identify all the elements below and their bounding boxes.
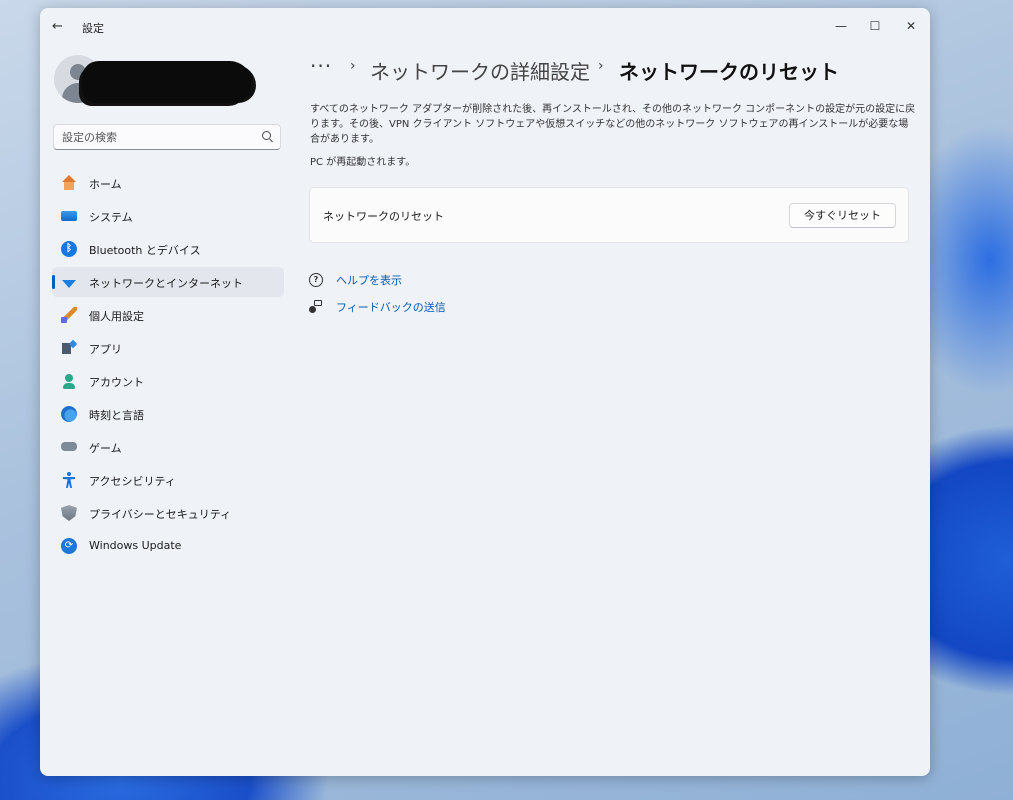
breadcrumb-parent-link[interactable]: ネットワークの詳細設定 (370, 56, 590, 85)
sidebar-item-system[interactable]: システム (52, 201, 284, 231)
gaming-icon (61, 442, 77, 451)
sidebar-item-apps[interactable]: アプリ (52, 333, 284, 363)
reset-description: すべてのネットワーク アダプターが削除された後、再インストールされ、その他のネッ… (310, 104, 916, 145)
sidebar-item-label: アクセシビリティ (89, 475, 176, 488)
sidebar-item-label: ネットワークとインターネット (89, 277, 243, 290)
sidebar-item-label: ホーム (89, 178, 122, 191)
close-button[interactable]: ✕ (898, 14, 924, 38)
search-icon[interactable] (262, 131, 271, 140)
time-language-icon (61, 406, 77, 422)
chevron-right-icon: › (350, 58, 356, 74)
sidebar-nav: ホーム システム ᛒ Bluetooth とデバイス ネットワークとインターネッ… (52, 168, 284, 564)
sidebar-item-time-language[interactable]: 時刻と言語 (52, 399, 284, 429)
sidebar-item-label: システム (89, 211, 133, 224)
search-input[interactable] (62, 129, 252, 145)
user-profile[interactable] (54, 55, 254, 107)
sidebar-item-accounts[interactable]: アカウント (52, 366, 284, 396)
sidebar-item-label: Windows Update (89, 539, 182, 552)
home-icon (61, 175, 77, 191)
apps-icon (61, 340, 77, 356)
sidebar-item-windows-update[interactable]: ⟳ Windows Update (52, 531, 284, 561)
page-title: ネットワークのリセット (619, 60, 839, 84)
sidebar-item-label: ゲーム (89, 442, 122, 455)
personalization-icon (61, 307, 77, 323)
settings-window: ← 設定 — ☐ ✕ ホーム システム ᛒ Bluetooth とデバイス (40, 8, 930, 776)
reset-now-button[interactable]: 今すぐリセット (789, 203, 896, 228)
sidebar-item-label: アカウント (89, 376, 144, 389)
sidebar-item-label: 時刻と言語 (89, 409, 144, 422)
sidebar-item-label: 個人用設定 (89, 310, 144, 323)
system-icon (61, 211, 77, 221)
chevron-right-icon: › (598, 58, 604, 74)
sidebar-item-personalization[interactable]: 個人用設定 (52, 300, 284, 330)
account-icon (61, 373, 77, 389)
sidebar-item-privacy[interactable]: プライバシーとセキュリティ (52, 498, 284, 528)
title-bar: ← 設定 — ☐ ✕ (40, 8, 930, 44)
sidebar-item-gaming[interactable]: ゲーム (52, 432, 284, 462)
minimize-button[interactable]: — (828, 14, 854, 38)
maximize-button[interactable]: ☐ (862, 14, 888, 38)
feedback-icon (309, 300, 323, 314)
sidebar-item-bluetooth[interactable]: ᛒ Bluetooth とデバイス (52, 234, 284, 264)
accessibility-icon (61, 472, 77, 488)
network-reset-label: ネットワークのリセット (323, 210, 444, 223)
back-arrow-icon[interactable]: ← (52, 19, 68, 35)
sidebar-item-network[interactable]: ネットワークとインターネット (52, 267, 284, 297)
sidebar-item-label: アプリ (89, 343, 122, 356)
redacted-user-name (82, 61, 252, 103)
app-title: 設定 (82, 22, 104, 35)
sidebar-item-home[interactable]: ホーム (52, 168, 284, 198)
network-reset-card: ネットワークのリセット 今すぐリセット (309, 187, 909, 243)
help-icon: ? (309, 273, 323, 287)
network-icon (61, 274, 77, 290)
sidebar-item-accessibility[interactable]: アクセシビリティ (52, 465, 284, 495)
sidebar-item-label: プライバシーとセキュリティ (89, 508, 232, 521)
give-feedback-label: フィードバックの送信 (336, 301, 446, 314)
get-help-label: ヘルプを表示 (336, 274, 402, 287)
search-box[interactable] (53, 124, 281, 150)
breadcrumb-more-button[interactable]: ··· (310, 54, 332, 78)
bluetooth-icon: ᛒ (61, 241, 77, 257)
privacy-icon (61, 505, 77, 521)
restart-note: PC が再起動されます。 (310, 157, 416, 168)
sidebar-item-label: Bluetooth とデバイス (89, 244, 201, 257)
windows-update-icon: ⟳ (61, 538, 77, 554)
